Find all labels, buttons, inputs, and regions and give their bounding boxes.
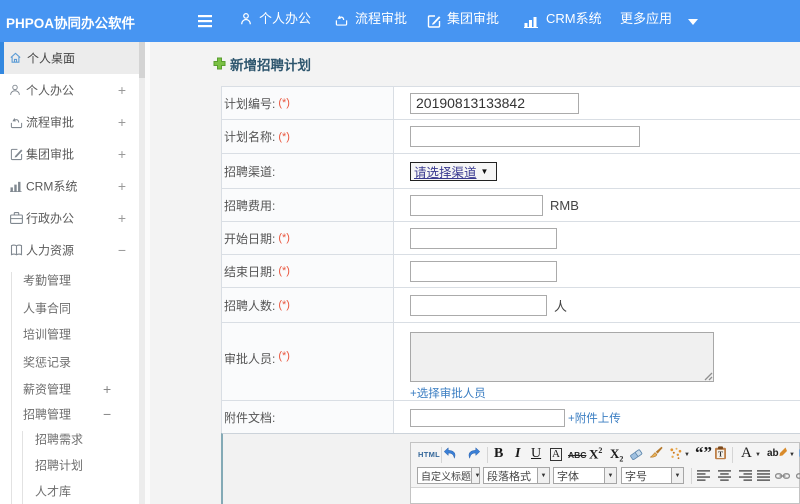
svg-text:T: T bbox=[718, 450, 723, 459]
